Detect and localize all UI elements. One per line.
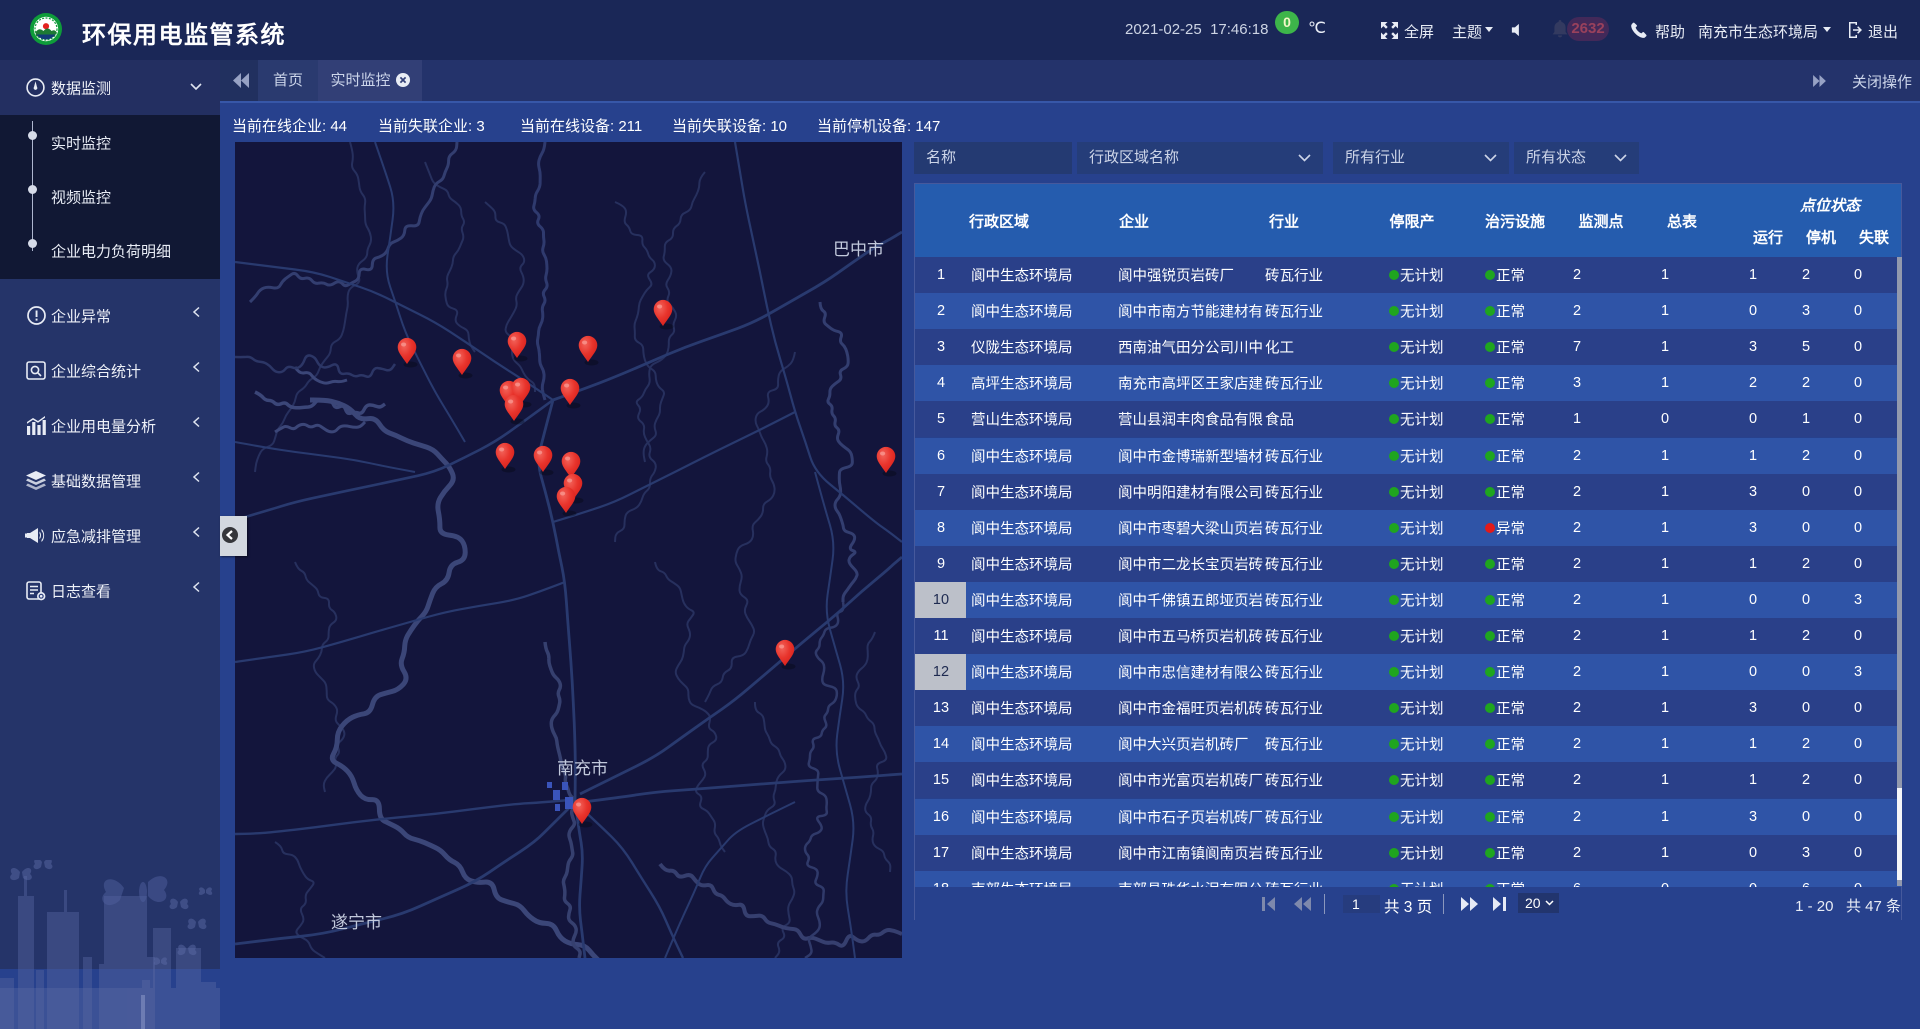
svg-text:遂宁市: 遂宁市 (331, 913, 382, 932)
svg-text:南充市: 南充市 (557, 759, 608, 778)
svg-text:巴中市: 巴中市 (833, 240, 884, 259)
